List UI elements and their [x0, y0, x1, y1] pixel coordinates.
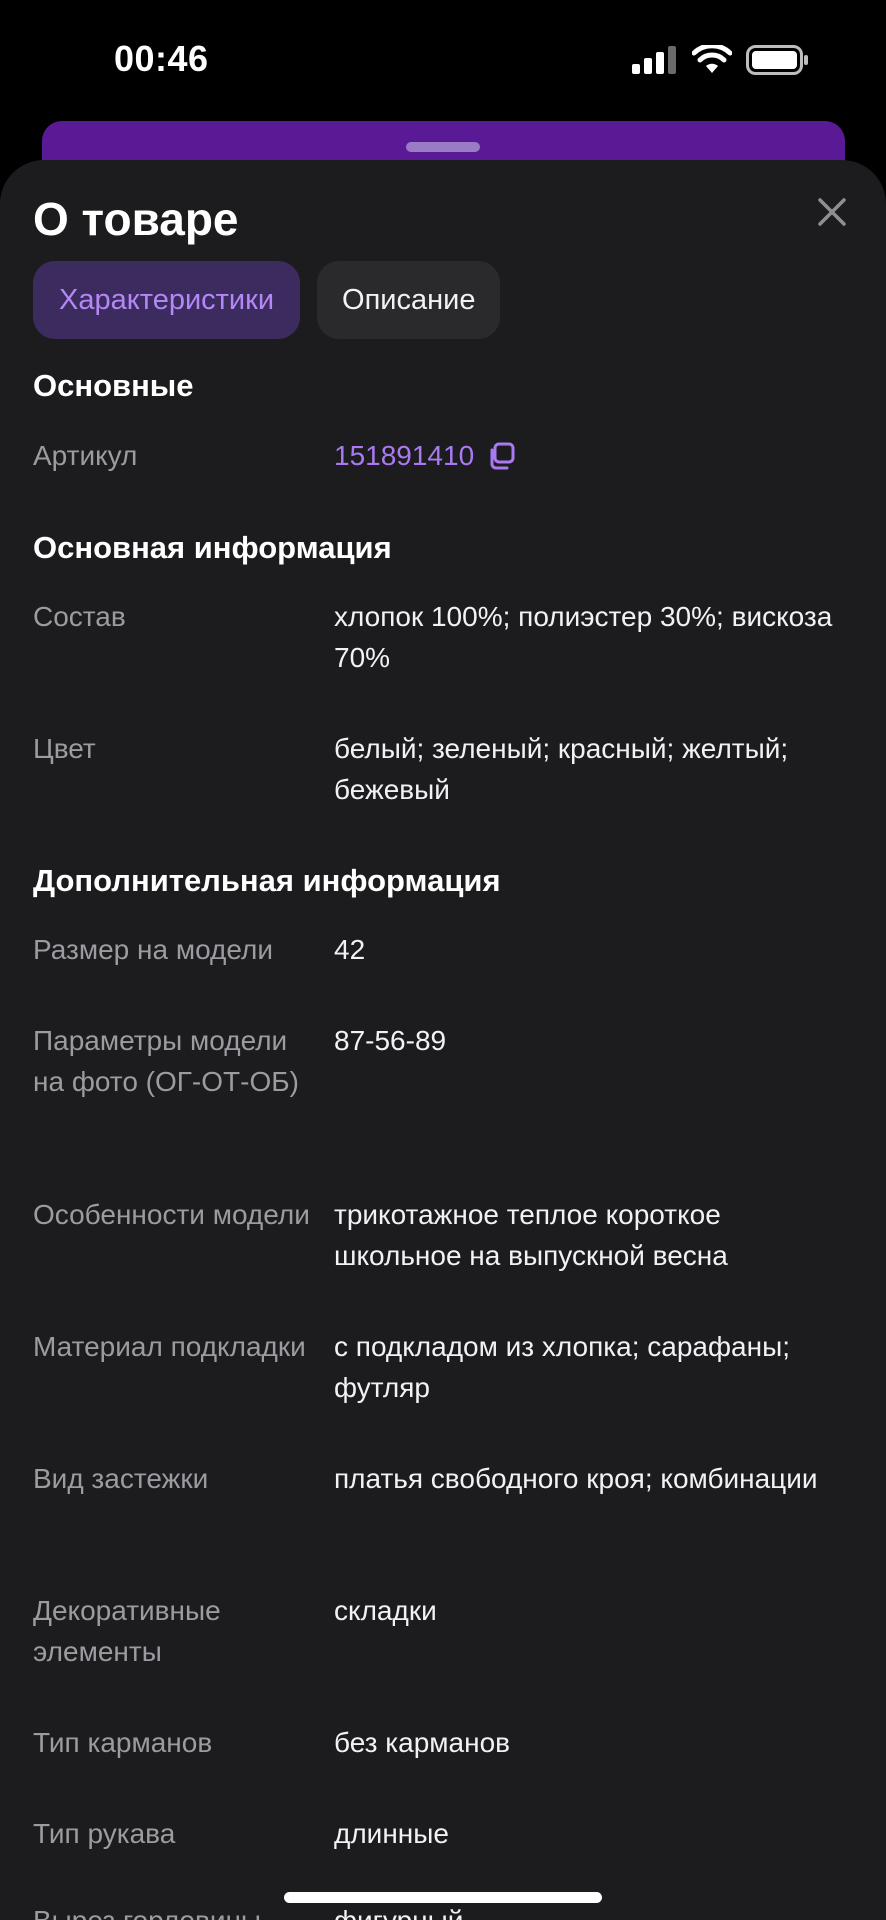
- cellular-signal-icon: [632, 46, 676, 74]
- row-value-pocket-type: без карманов: [334, 1727, 511, 1758]
- row-value-composition: хлопок 100%; полиэстер 30%; вискоза 70%: [334, 601, 833, 673]
- row-label-composition: Состав: [33, 601, 126, 632]
- home-indicator[interactable]: [284, 1892, 602, 1903]
- row-value-sleeve-type: длинные: [334, 1818, 449, 1849]
- row-label-decorative-elements: Декоративные элементы: [33, 1595, 221, 1667]
- row-value-model-features: трикотажное теплое короткое школьное на …: [334, 1199, 728, 1271]
- row-value-fastener-type: платья свободного кроя; комбинации: [334, 1463, 818, 1494]
- copy-icon[interactable]: [486, 441, 516, 471]
- row-label-neckline: Вырез горловины: [33, 1900, 313, 1920]
- sheet-title: О товаре: [33, 193, 239, 245]
- section-title-extra-info: Дополнительная информация: [33, 863, 501, 898]
- tabs: Характеристики Описание: [33, 261, 501, 339]
- battery-icon: [746, 45, 808, 75]
- row-label-fastener-type: Вид застежки: [33, 1463, 209, 1494]
- section-title-basic-info: Основная информация: [33, 530, 392, 565]
- product-info-sheet: О товаре Характеристики Описание Основны…: [0, 160, 886, 1920]
- row-label-model-features: Особенности модели: [33, 1199, 310, 1230]
- status-icons: [632, 44, 810, 76]
- article-number-value: 151891410: [334, 440, 475, 471]
- row-label-article: Артикул: [33, 440, 138, 471]
- status-time: 00:46: [114, 38, 209, 79]
- row-value-lining-material: с подкладом из хлопка; сарафаны; футляр: [334, 1331, 790, 1403]
- row-value-model-params: 87-56-89: [334, 1025, 447, 1056]
- close-icon[interactable]: [812, 192, 852, 232]
- status-bar: 00:46: [0, 0, 886, 120]
- row-value-decorative-elements: складки: [334, 1595, 437, 1626]
- row-value-color: белый; зеленый; красный; желтый; бежевый: [334, 733, 789, 805]
- row-label-model-size: Размер на модели: [33, 934, 273, 965]
- row-value-model-size: 42: [334, 934, 366, 965]
- row-label-model-params: Параметры модели на фото (ОГ-ОТ-ОБ): [33, 1025, 299, 1097]
- tab-characteristics[interactable]: Характеристики: [33, 261, 301, 339]
- row-label-pocket-type: Тип карманов: [33, 1727, 213, 1758]
- section-title-main: Основные: [33, 368, 194, 403]
- tab-description[interactable]: Описание: [317, 261, 501, 339]
- row-label-sleeve-type: Тип рукава: [33, 1818, 176, 1849]
- row-label-lining-material: Материал подкладки: [33, 1331, 306, 1362]
- article-number[interactable]: 151891410: [334, 435, 854, 476]
- sheet-drag-handle[interactable]: [406, 142, 480, 152]
- row-label-color: Цвет: [33, 733, 96, 764]
- row-value-neckline: фигурный: [334, 1900, 854, 1920]
- wifi-icon: [692, 45, 732, 73]
